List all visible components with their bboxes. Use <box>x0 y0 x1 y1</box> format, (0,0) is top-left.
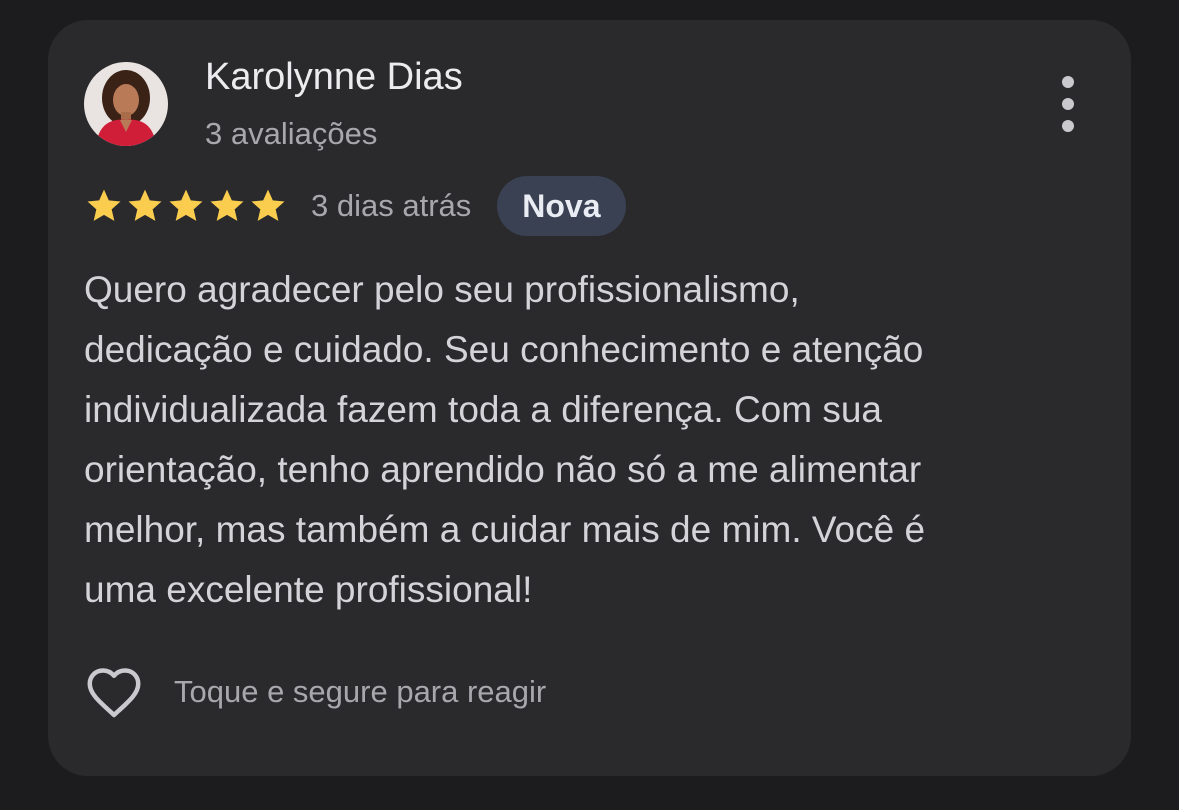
more-vert-icon-dot <box>1062 76 1074 88</box>
new-badge: Nova <box>497 176 626 236</box>
avatar[interactable] <box>84 62 168 146</box>
star-icon <box>87 189 121 221</box>
more-vert-icon-dot <box>1062 98 1074 110</box>
heart-outline-icon <box>87 668 141 718</box>
star-icon <box>251 189 285 221</box>
more-vert-icon-dot <box>1062 120 1074 132</box>
review-card: Karolynne Dias 3 avaliações 3 dias atrás… <box>48 20 1131 776</box>
star-icon <box>169 189 203 221</box>
star-icon <box>210 189 244 221</box>
review-count: 3 avaliações <box>205 116 378 151</box>
react-button[interactable]: Toque e segure para reagir <box>84 662 546 722</box>
star-icon <box>128 189 162 221</box>
review-date: 3 dias atrás <box>311 188 472 223</box>
star-rating <box>84 186 289 226</box>
more-options-button[interactable] <box>1053 76 1083 132</box>
review-text: Quero agradecer pelo seu profissionalism… <box>84 269 926 610</box>
avatar-photo <box>84 62 168 146</box>
reviewer-name[interactable]: Karolynne Dias <box>205 56 463 99</box>
rating-row: 3 dias atrás Nova <box>84 176 626 236</box>
react-label: Toque e segure para reagir <box>174 674 547 709</box>
